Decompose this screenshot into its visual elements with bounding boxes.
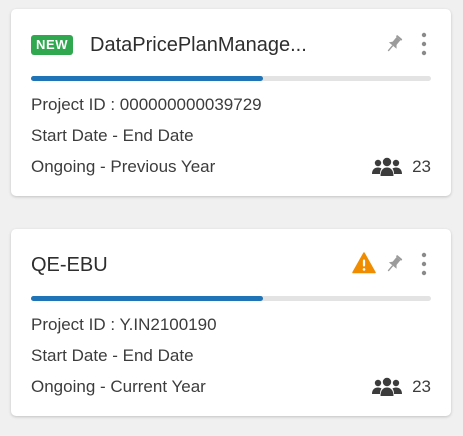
progress-fill [31, 76, 263, 81]
pin-icon[interactable] [382, 32, 406, 56]
project-title[interactable]: DataPricePlanManage... [90, 32, 340, 58]
project-status: Ongoing - Current Year [31, 377, 206, 396]
warning-icon [352, 252, 376, 274]
members-count-group[interactable]: 23 [372, 376, 431, 398]
project-title[interactable]: QE-EBU [31, 252, 251, 278]
more-vertical-icon[interactable] [417, 251, 431, 277]
project-card[interactable]: NEW DataPricePlanManage... Project ID : … [11, 9, 451, 196]
project-status: Ongoing - Previous Year [31, 157, 216, 176]
card-header: NEW DataPricePlanManage... [31, 31, 431, 59]
users-icon [372, 157, 403, 176]
date-range: Start Date - End Date [31, 126, 194, 145]
progress-fill [31, 296, 263, 301]
new-badge: NEW [31, 35, 74, 55]
member-count: 23 [412, 377, 431, 396]
project-id: Project ID : 000000000039729 [31, 95, 262, 114]
date-range: Start Date - End Date [31, 346, 194, 365]
members-count-group[interactable]: 23 [372, 156, 431, 178]
card-header: QE-EBU [31, 251, 431, 279]
users-icon [372, 377, 403, 396]
more-vertical-icon[interactable] [417, 31, 431, 57]
progress-bar [31, 76, 431, 81]
project-id: Project ID : Y.IN2100190 [31, 315, 217, 334]
project-card[interactable]: QE-EBU Project ID : Y.IN2100190 Start Da… [11, 229, 451, 416]
progress-bar [31, 296, 431, 301]
member-count: 23 [412, 157, 431, 176]
pin-icon[interactable] [382, 252, 406, 276]
